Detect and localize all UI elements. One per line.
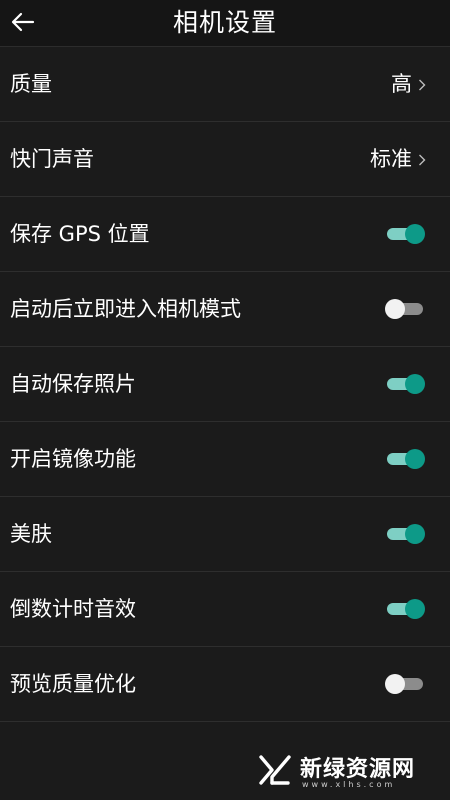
countdown-sound-toggle[interactable] — [387, 599, 425, 619]
setting-label: 预览质量优化 — [10, 672, 136, 696]
watermark-url: www.xlhs.com — [302, 780, 396, 789]
setting-beauty: 美肤 — [0, 497, 450, 572]
toggle-knob — [405, 599, 425, 619]
setting-label: 快门声音 — [10, 147, 94, 171]
chevron-right-icon — [419, 154, 426, 166]
launch-camera-mode-toggle[interactable] — [385, 299, 423, 319]
setting-quality[interactable]: 质量 高 — [0, 47, 450, 122]
beauty-toggle[interactable] — [387, 524, 425, 544]
watermark: 新绿资源网 www.xlhs.com — [258, 750, 415, 790]
setting-label: 美肤 — [10, 522, 52, 546]
toggle-knob — [405, 449, 425, 469]
setting-countdown-sound: 倒数计时音效 — [0, 572, 450, 647]
setting-mirror: 开启镜像功能 — [0, 422, 450, 497]
setting-label: 质量 — [10, 72, 52, 96]
setting-auto-save-photo: 自动保存照片 — [0, 347, 450, 422]
setting-label: 开启镜像功能 — [10, 447, 136, 471]
setting-value: 标准 — [370, 147, 412, 171]
setting-shutter-sound[interactable]: 快门声音 标准 — [0, 122, 450, 197]
mirror-toggle[interactable] — [387, 449, 425, 469]
setting-save-gps: 保存 GPS 位置 — [0, 197, 450, 272]
app-bar: 相机设置 — [0, 0, 450, 47]
setting-launch-camera-mode: 启动后立即进入相机模式 — [0, 272, 450, 347]
preview-quality-toggle[interactable] — [385, 674, 423, 694]
watermark-text: 新绿资源网 — [300, 757, 416, 782]
toggle-knob — [405, 374, 425, 394]
setting-label: 启动后立即进入相机模式 — [10, 297, 241, 321]
auto-save-photo-toggle[interactable] — [387, 374, 425, 394]
settings-list: 质量 高 快门声音 标准 保存 GPS 位置 启动后立即进入相机模式 自动保存照… — [0, 47, 450, 722]
toggle-knob — [385, 299, 405, 319]
toggle-knob — [405, 224, 425, 244]
setting-value: 高 — [391, 72, 412, 96]
save-gps-toggle[interactable] — [387, 224, 425, 244]
setting-label: 自动保存照片 — [10, 372, 136, 396]
setting-label: 保存 GPS 位置 — [10, 222, 150, 246]
page-title: 相机设置 — [172, 8, 277, 37]
chevron-right-icon — [419, 79, 426, 91]
toggle-knob — [385, 674, 405, 694]
setting-label: 倒数计时音效 — [10, 597, 136, 621]
watermark-logo — [259, 755, 291, 785]
setting-preview-quality: 预览质量优化 — [0, 647, 450, 722]
toggle-knob — [405, 524, 425, 544]
